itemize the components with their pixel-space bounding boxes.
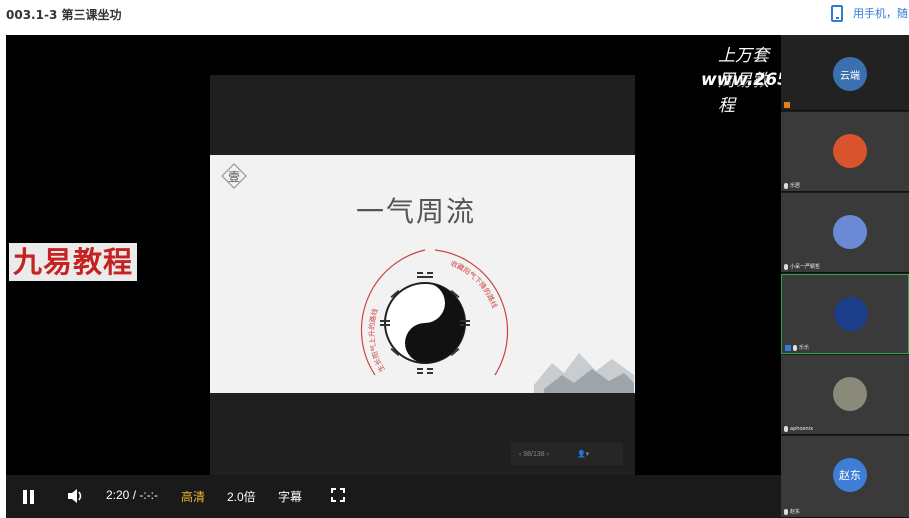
avatar: 云端 bbox=[833, 57, 867, 91]
subtitles-button[interactable]: 字幕 bbox=[278, 488, 302, 505]
quality-button[interactable]: 高清 bbox=[181, 488, 205, 505]
pause-icon bbox=[23, 490, 27, 504]
mic-icon bbox=[784, 182, 788, 189]
participant-tile[interactable]: 乐居 bbox=[781, 112, 909, 192]
participant-tile[interactable]: 小呆一严颖哲 bbox=[781, 193, 909, 273]
participant-label: 赵东 bbox=[784, 508, 800, 515]
participant-tile[interactable]: 云端 bbox=[781, 35, 909, 111]
volume-icon[interactable] bbox=[66, 487, 86, 505]
person-icon bbox=[785, 344, 791, 351]
avatar bbox=[833, 134, 867, 168]
slide-nav-text: ‹ 98/138 › bbox=[519, 450, 549, 458]
left-arc-text: 生长阳气上升的路线 bbox=[367, 307, 387, 373]
top-bar: 003.1-3 第三课坐功 用手机，随 bbox=[0, 0, 909, 32]
slide-title: 一气周流 bbox=[355, 195, 476, 228]
player-controls: 2:20 / -:-:- 高清 2.0倍 字幕 bbox=[6, 475, 781, 518]
slide-corner-char: 壹 bbox=[227, 170, 240, 184]
mic-icon bbox=[784, 263, 788, 270]
mobile-link-label: 用手机，随 bbox=[853, 7, 908, 20]
watermark-left: 九易教程 bbox=[9, 243, 138, 281]
participant-tile[interactable]: 乐乐 bbox=[781, 274, 909, 354]
avatar bbox=[833, 215, 867, 249]
phone-icon bbox=[831, 4, 843, 22]
slide-navigation[interactable]: ‹ 98/138 › 👤▾ bbox=[511, 443, 623, 465]
participant-label: 乐居 bbox=[784, 182, 800, 189]
video-player[interactable]: 壹 一气周流 生长阳气上升的路线 收藏阳气下降的路线 九易教程 上万套周易教程 … bbox=[6, 35, 909, 518]
host-icon bbox=[784, 102, 790, 108]
participant-sidebar: 云端 乐居 小呆一严颖哲 乐乐 aphoenix 赵东 赵东 bbox=[781, 35, 909, 518]
taiji-diagram: 生长阳气上升的路线 收藏阳气下降的路线 bbox=[360, 249, 509, 376]
video-stage[interactable]: 壹 一气周流 生长阳气上升的路线 收藏阳气下降的路线 九易教程 上万套周易教程 … bbox=[6, 35, 909, 475]
mountain-painting bbox=[534, 353, 634, 393]
participant-label: 乐乐 bbox=[785, 344, 809, 351]
user-icon[interactable]: 👤▾ bbox=[577, 450, 589, 458]
avatar bbox=[834, 297, 868, 331]
participant-tile[interactable]: 赵东 赵东 bbox=[781, 436, 909, 518]
fullscreen-icon bbox=[331, 488, 336, 493]
participant-label: 小呆一严颖哲 bbox=[784, 263, 820, 270]
participant-label bbox=[784, 102, 792, 108]
pause-button[interactable] bbox=[22, 490, 36, 504]
fullscreen-button[interactable] bbox=[331, 488, 345, 502]
mic-icon bbox=[784, 508, 788, 515]
mic-icon bbox=[784, 426, 788, 432]
mic-icon bbox=[793, 344, 797, 351]
avatar: 赵东 bbox=[833, 458, 867, 492]
participant-label: aphoenix bbox=[784, 426, 813, 432]
time-display: 2:20 / -:-:- bbox=[106, 488, 159, 502]
svg-text:生长阳气上升的路线: 生长阳气上升的路线 bbox=[367, 307, 387, 373]
lesson-title: 003.1-3 第三课坐功 bbox=[6, 8, 122, 22]
mobile-link[interactable]: 用手机，随 bbox=[831, 4, 909, 22]
speed-button[interactable]: 2.0倍 bbox=[227, 488, 256, 505]
avatar bbox=[833, 377, 867, 411]
participant-tile[interactable]: aphoenix bbox=[781, 355, 909, 435]
